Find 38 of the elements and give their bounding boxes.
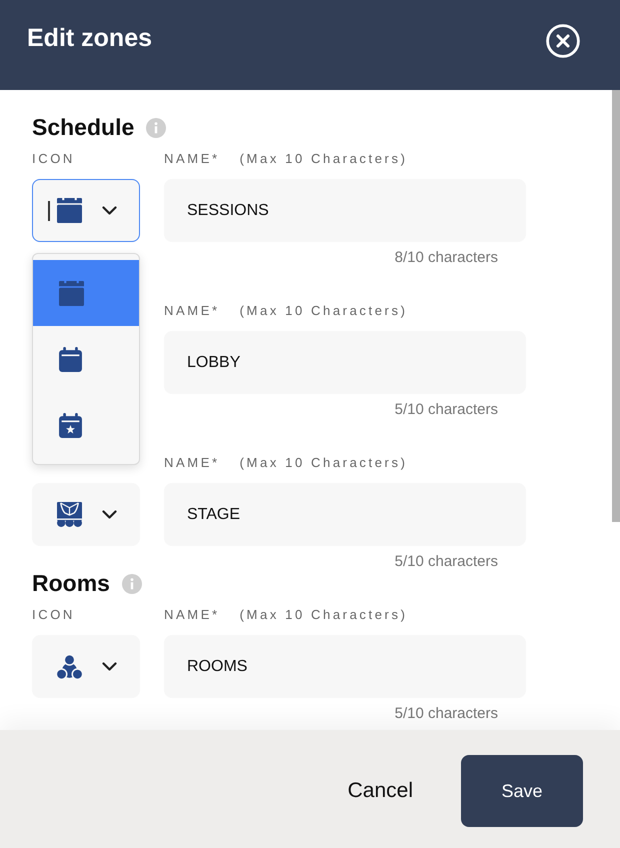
text-cursor	[48, 200, 50, 220]
character-count: 5/10 characters	[394, 553, 498, 570]
section-title: Rooms	[32, 569, 110, 598]
field-label: ICON	[32, 151, 75, 166]
section-title: Schedule	[32, 113, 134, 142]
field-hint: (Max 10 Characters)	[240, 606, 408, 624]
field-hint: (Max 10 Characters)	[240, 150, 408, 168]
calendar-icon	[59, 346, 82, 372]
character-count: 5/10 characters	[394, 705, 498, 722]
name-input[interactable]: ROOMS	[164, 635, 526, 698]
field-label: NAME*	[164, 454, 220, 472]
character-count: 8/10 characters	[394, 249, 498, 266]
cancel-button[interactable]: Cancel	[334, 765, 427, 817]
chevron-down-icon	[102, 662, 117, 671]
name-input[interactable]: LOBBY	[164, 331, 526, 394]
field-hint: (Max 10 Characters)	[240, 302, 408, 320]
field-label: NAME*	[164, 302, 220, 320]
field-label: NAME*	[164, 606, 220, 624]
icon-select[interactable]	[32, 635, 140, 698]
save-button[interactable]: Save	[461, 755, 583, 827]
group-icon	[57, 654, 82, 678]
calendar-icon	[59, 280, 84, 306]
close-icon[interactable]	[546, 24, 580, 58]
chevron-down-icon	[102, 206, 117, 215]
field-hint: (Max 10 Characters)	[240, 454, 408, 472]
name-input[interactable]: SESSIONS	[164, 179, 526, 242]
name-input[interactable]: STAGE	[164, 483, 526, 546]
scrollbar-thumb[interactable]	[612, 90, 620, 522]
icon-select[interactable]	[32, 179, 140, 242]
theater-stage-icon	[57, 502, 82, 527]
calendar-star-icon	[59, 412, 82, 438]
character-count: 5/10 characters	[394, 401, 498, 418]
chevron-down-icon	[102, 510, 117, 519]
dialog-title: Edit zones	[27, 23, 152, 53]
field-label: ICON	[32, 607, 75, 622]
icon-select[interactable]	[32, 483, 140, 546]
field-label: NAME*	[164, 150, 220, 168]
calendar-icon	[57, 198, 82, 223]
